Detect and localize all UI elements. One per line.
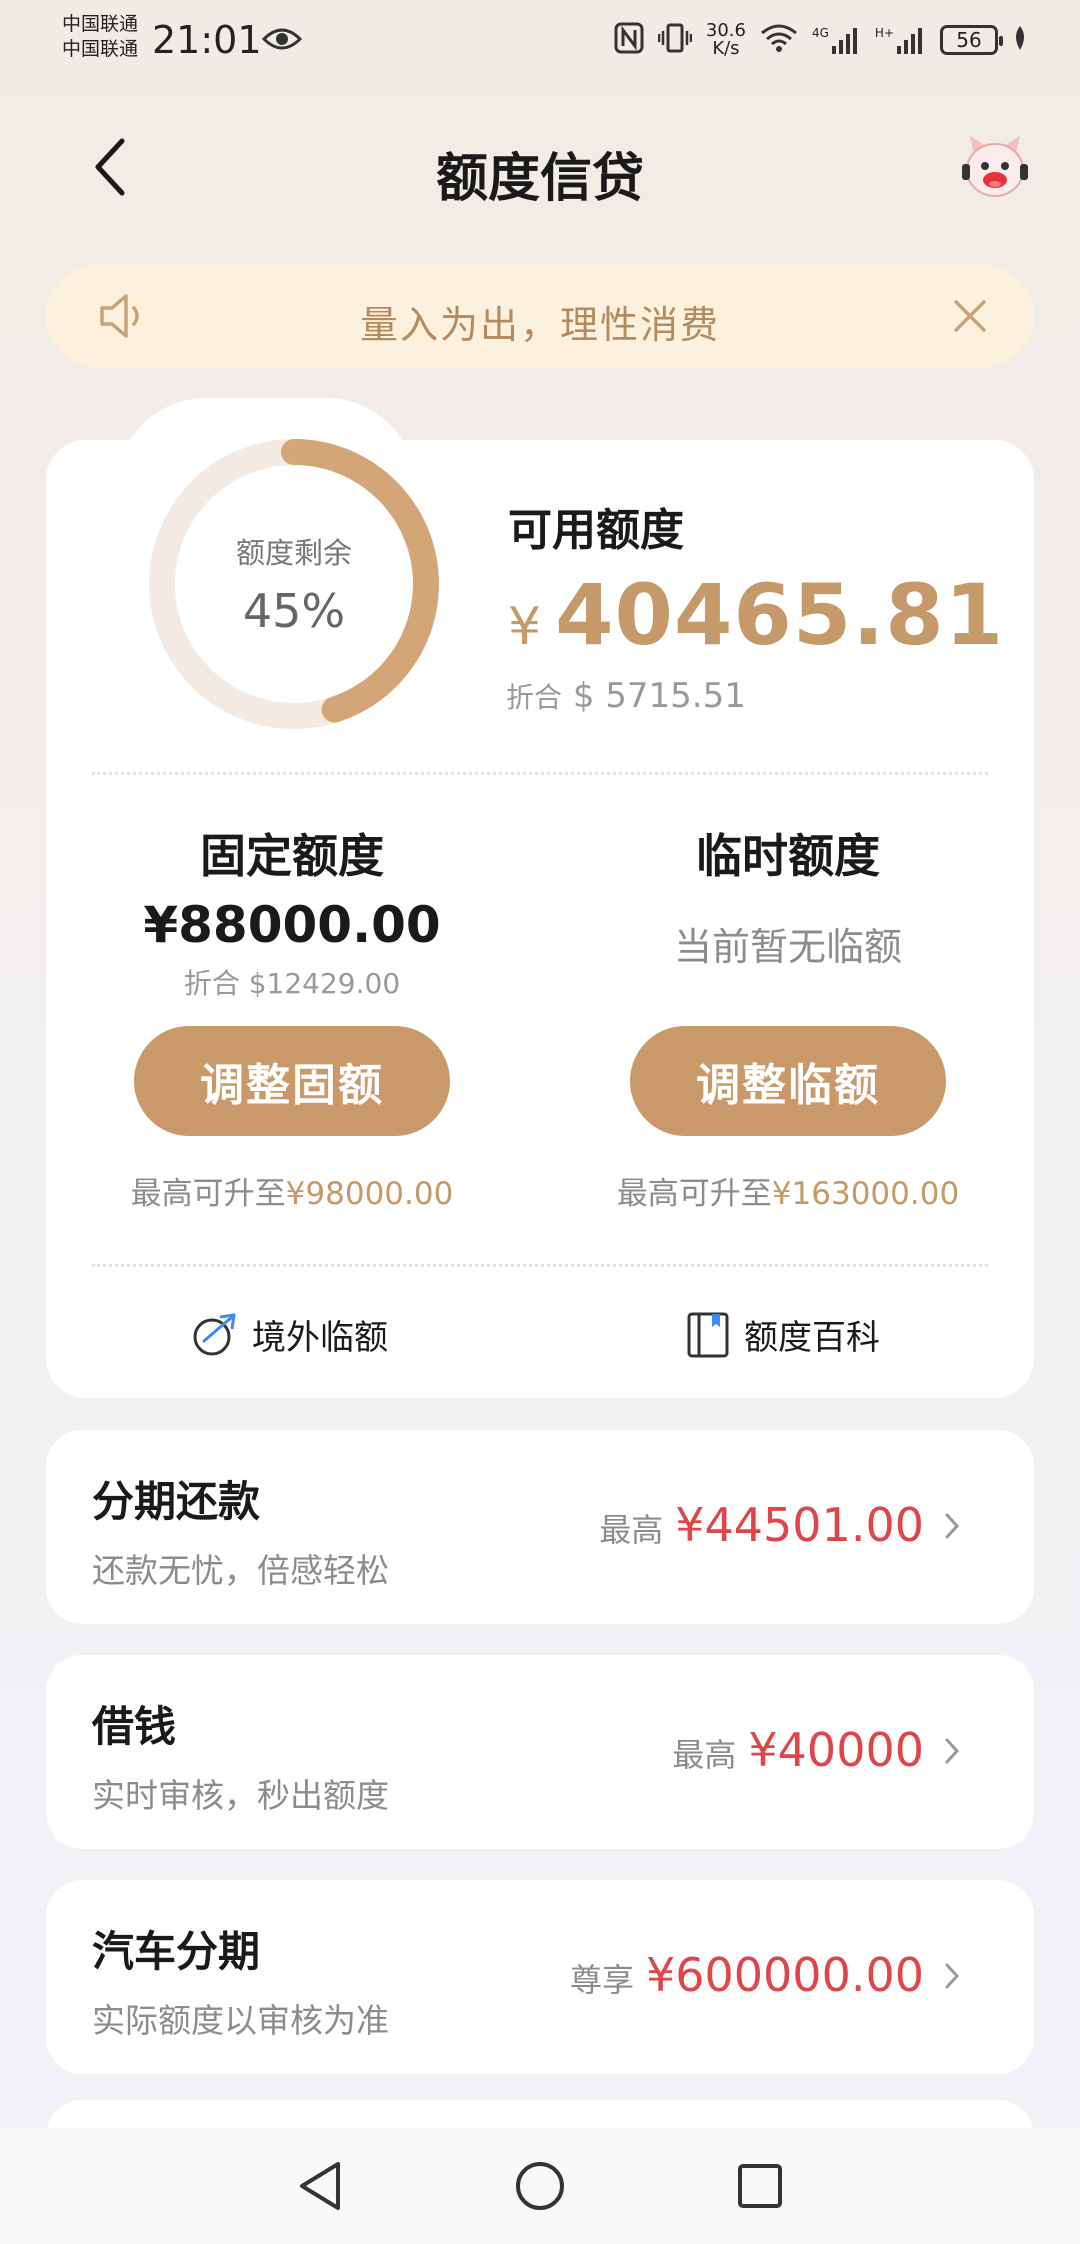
fixed-credit-amount: ¥88000.00	[143, 896, 441, 954]
close-notice-button[interactable]	[942, 288, 998, 344]
fixed-credit-title: 固定额度	[200, 829, 384, 883]
close-icon	[954, 300, 986, 332]
carrier-2: 中国联通	[62, 38, 139, 60]
carrier-1: 中国联通	[62, 13, 139, 35]
plane-globe-icon	[193, 1313, 236, 1355]
list-item-title: 借钱	[92, 1702, 177, 1751]
borrow-money-card[interactable]: 借钱 实时审核，秒出额度 最高 ¥40000	[46, 1655, 1034, 1849]
network-speed: 30.6 K/s	[705, 20, 746, 59]
adjust-fixed-credit-button[interactable]: 调整固额	[134, 1026, 450, 1136]
currency-symbol: ¥	[508, 597, 542, 657]
eye-icon	[261, 24, 303, 58]
car-installment-card[interactable]: 汽车分期 实际额度以审核为准 尊享 ¥600000.00	[46, 1880, 1034, 2074]
chevron-right-icon	[945, 1513, 960, 1539]
status-time: 21:01	[152, 18, 262, 62]
overseas-temp-credit-label: 境外临额	[252, 1318, 388, 1358]
credit-wiki-link[interactable]: 额度百科	[686, 1310, 880, 1359]
header: 额度信贷	[0, 120, 1080, 210]
system-nav-bar	[0, 2128, 1080, 2244]
circle-home-icon	[516, 2162, 564, 2210]
adjust-temp-credit-button[interactable]: 调整临额	[630, 1026, 946, 1136]
battery-indicator: 56	[940, 25, 1003, 55]
chevron-right-icon	[945, 1963, 960, 1989]
available-usd: 折合 $ 5715.51	[506, 676, 746, 716]
fixed-credit-section: 固定额度 ¥88000.00 折合 $12429.00	[82, 820, 502, 1002]
ring-label: 额度剩余	[235, 536, 352, 570]
status-bar: 中国联通 中国联通 21:01 30.6 K/s 4G H+ 56	[0, 0, 1080, 80]
list-item-title: 汽车分期	[92, 1927, 261, 1976]
vibrate-icon	[657, 22, 693, 58]
signal-icon-1: 4G	[812, 26, 861, 54]
fixed-max-upgrade: 最高可升至¥98000.00	[130, 1176, 454, 1212]
ring-percent: 45%	[242, 584, 346, 638]
list-item-subtitle: 实际额度以审核为准	[92, 2001, 389, 2040]
notice-banner: 量入为出，理性消费	[46, 264, 1034, 368]
divider	[92, 1264, 988, 1267]
temp-credit-title: 临时额度	[696, 829, 880, 883]
overseas-temp-credit-link[interactable]: 境外临额	[190, 1310, 388, 1359]
leaf-icon	[1012, 24, 1028, 56]
list-item-amount: 最高 ¥44501.00	[599, 1498, 924, 1552]
divider	[92, 772, 988, 775]
chevron-right-icon	[945, 1738, 960, 1764]
square-recents-icon	[738, 2164, 782, 2208]
list-item-subtitle: 还款无忧，倍感轻松	[92, 1551, 389, 1590]
list-item-amount: 最高 ¥40000	[672, 1723, 924, 1777]
carrier-names: 中国联通 中国联通	[62, 12, 138, 62]
temp-max-upgrade: 最高可升至¥163000.00	[616, 1176, 960, 1212]
list-item-amount: 尊享 ¥600000.00	[569, 1948, 924, 2002]
fixed-credit-usd: 折合 $12429.00	[183, 967, 401, 1000]
page-title: 额度信贷	[435, 149, 644, 209]
mascot-assistant-icon[interactable]	[958, 132, 1032, 202]
usd-prefix: 折合	[506, 681, 563, 714]
notice-text: 量入为出，理性消费	[359, 303, 720, 347]
credit-wiki-label: 额度百科	[744, 1318, 880, 1358]
temp-credit-section: 临时额度 当前暂无临额	[578, 820, 998, 971]
available-credit-label: 可用额度	[508, 505, 684, 556]
list-item-subtitle: 实时审核，秒出额度	[92, 1776, 389, 1815]
installment-repayment-card[interactable]: 分期还款 还款无忧，倍感轻松 最高 ¥44501.00	[46, 1430, 1034, 1624]
nav-home-button[interactable]	[510, 2156, 570, 2216]
triangle-back-icon	[300, 2162, 340, 2210]
book-icon	[687, 1312, 729, 1357]
usd-amount: $ 5715.51	[572, 676, 746, 716]
available-credit-amount: ¥ 40465.81	[508, 566, 1004, 664]
list-item-title: 分期还款	[92, 1477, 261, 1526]
temp-credit-status: 当前暂无临额	[673, 925, 902, 969]
signal-icon-2: H+	[875, 26, 926, 54]
available-amount-value: 40465.81	[555, 566, 1005, 664]
nfc-icon	[614, 22, 644, 58]
nav-back-button[interactable]	[290, 2156, 350, 2216]
wifi-icon	[760, 23, 798, 57]
status-icons: 30.6 K/s 4G H+ 56	[614, 18, 1028, 62]
nav-recents-button[interactable]	[730, 2156, 790, 2216]
